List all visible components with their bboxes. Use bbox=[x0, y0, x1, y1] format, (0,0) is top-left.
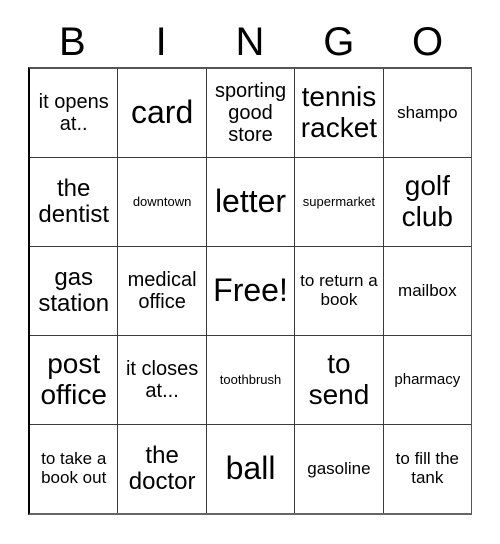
bingo-row: gas station medical office Free! to retu… bbox=[30, 246, 472, 335]
bingo-cell-b1[interactable]: it opens at.. bbox=[30, 69, 118, 157]
bingo-header-letter-g: G bbox=[323, 20, 355, 64]
bingo-cell-o4[interactable]: pharmacy bbox=[382, 336, 472, 424]
bingo-cell-label: to take a book out bbox=[41, 449, 107, 487]
bingo-cell-i4[interactable]: it closes at... bbox=[117, 336, 206, 424]
bingo-cell-label: ball bbox=[225, 450, 276, 487]
bingo-header-letter-o: O bbox=[412, 20, 444, 64]
bingo-cell-label: supermarket bbox=[302, 193, 376, 209]
bingo-header-letter-n: N bbox=[235, 20, 265, 64]
bingo-cell-b3[interactable]: gas station bbox=[30, 247, 118, 335]
bingo-cell-label: shampo bbox=[397, 102, 458, 122]
bingo-cell-label: gas station bbox=[38, 263, 110, 317]
bingo-header-letter-b: B bbox=[59, 20, 86, 64]
bingo-cell-o2[interactable]: golf club bbox=[382, 158, 472, 246]
bingo-row: the dentist downtown letter supermarket … bbox=[30, 157, 472, 246]
bingo-cell-b4[interactable]: post office bbox=[30, 336, 118, 424]
bingo-header: B I N G O bbox=[28, 18, 472, 66]
bingo-cell-g1[interactable]: tennis racket bbox=[294, 69, 383, 157]
bingo-cell-b2[interactable]: the dentist bbox=[30, 158, 118, 246]
bingo-cell-label: to fill the tank bbox=[395, 449, 459, 487]
bingo-cell-n1[interactable]: sporting good store bbox=[205, 69, 295, 157]
bingo-cell-label: it closes at... bbox=[125, 358, 199, 402]
bingo-cell-label: golf club bbox=[401, 170, 454, 232]
bingo-cell-b5[interactable]: to take a book out bbox=[30, 425, 118, 513]
bingo-cell-o3[interactable]: mailbox bbox=[382, 247, 472, 335]
bingo-cell-n2[interactable]: letter bbox=[205, 158, 295, 246]
bingo-cell-i3[interactable]: medical office bbox=[117, 247, 206, 335]
bingo-cell-label: gasoline bbox=[307, 458, 371, 478]
bingo-cell-label: the doctor bbox=[128, 441, 196, 495]
bingo-cell-n5[interactable]: ball bbox=[205, 425, 295, 513]
bingo-cell-free[interactable]: Free! bbox=[205, 247, 295, 335]
bingo-cell-o1[interactable]: shampo bbox=[382, 69, 472, 157]
bingo-cell-i5[interactable]: the doctor bbox=[117, 425, 206, 513]
bingo-cell-label: card bbox=[130, 94, 194, 131]
bingo-cell-o5[interactable]: to fill the tank bbox=[382, 425, 472, 513]
bingo-cell-label: tennis racket bbox=[300, 81, 378, 143]
bingo-cell-label: letter bbox=[214, 183, 287, 220]
bingo-cell-label: Free! bbox=[213, 272, 288, 309]
bingo-cell-g5[interactable]: gasoline bbox=[294, 425, 383, 513]
bingo-grid: it opens at.. card sporting good store t… bbox=[28, 67, 472, 515]
bingo-cell-label: sporting good store bbox=[214, 80, 287, 146]
bingo-cell-label: the dentist bbox=[38, 174, 110, 228]
bingo-row: it opens at.. card sporting good store t… bbox=[30, 69, 472, 157]
bingo-cell-g2[interactable]: supermarket bbox=[294, 158, 383, 246]
bingo-cell-label: it opens at.. bbox=[38, 91, 109, 135]
bingo-cell-g3[interactable]: to return a book bbox=[294, 247, 383, 335]
bingo-cell-label: pharmacy bbox=[394, 370, 461, 388]
bingo-cell-n4[interactable]: toothbrush bbox=[205, 336, 295, 424]
bingo-row: post office it closes at... toothbrush t… bbox=[30, 335, 472, 424]
bingo-cell-label: to return a book bbox=[300, 271, 378, 309]
bingo-cell-label: to send bbox=[308, 348, 370, 410]
bingo-cell-label: post office bbox=[40, 348, 107, 410]
bingo-header-letter-i: I bbox=[155, 20, 167, 64]
bingo-card: B I N G O it opens at.. card sporting go… bbox=[0, 0, 500, 544]
bingo-row: to take a book out the doctor ball gasol… bbox=[30, 424, 472, 513]
bingo-cell-label: toothbrush bbox=[219, 371, 282, 387]
bingo-cell-i2[interactable]: downtown bbox=[117, 158, 206, 246]
bingo-cell-label: downtown bbox=[132, 193, 192, 209]
bingo-cell-g4[interactable]: to send bbox=[294, 336, 383, 424]
bingo-cell-label: mailbox bbox=[398, 280, 457, 300]
bingo-cell-label: medical office bbox=[127, 269, 197, 313]
bingo-cell-i1[interactable]: card bbox=[117, 69, 206, 157]
